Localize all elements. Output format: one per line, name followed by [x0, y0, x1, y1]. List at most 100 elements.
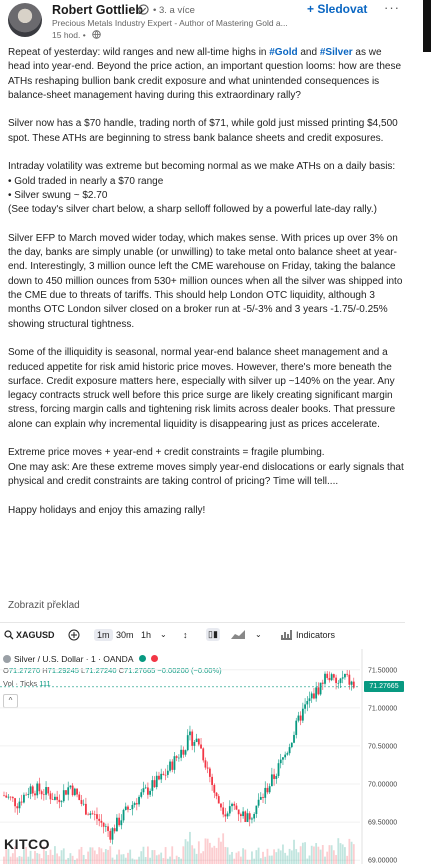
candle-body — [330, 674, 333, 681]
candle-body — [308, 698, 311, 701]
volume-bar — [69, 853, 72, 864]
candle-body — [341, 677, 344, 679]
candle-body — [332, 674, 335, 678]
candle-body — [275, 775, 278, 779]
volume-bar — [262, 851, 264, 864]
timeframe-1h[interactable]: 1h — [141, 630, 151, 640]
volume-bar — [171, 846, 174, 864]
volume-bar — [107, 849, 109, 864]
candle-body — [164, 774, 167, 776]
candle-body — [111, 828, 114, 840]
volume-bar — [102, 852, 105, 864]
volume-bar — [266, 848, 269, 864]
volume-bar — [173, 859, 176, 864]
candle-body — [206, 767, 209, 769]
candle-body — [217, 796, 220, 804]
volume-bar — [255, 850, 258, 864]
candle-body — [162, 773, 165, 775]
candle-body — [73, 788, 76, 796]
candle-body — [107, 826, 109, 831]
candle-body — [98, 818, 101, 821]
candle-body — [54, 796, 56, 800]
candle-body — [319, 682, 322, 695]
volume-bar — [233, 858, 236, 864]
volume-bar — [197, 841, 200, 864]
volume-bar — [40, 858, 43, 864]
author-name[interactable]: Robert Gottlieb — [52, 3, 143, 17]
volume-bar — [248, 859, 251, 864]
chart-image[interactable]: XAGUSD 1m 30m 1h ⌄ ↕ ▯▮ ⌄ Indicators Sil… — [0, 622, 405, 864]
volume-bar — [91, 847, 94, 864]
volume-bar — [282, 844, 284, 864]
kitco-logo: KITCO — [4, 836, 51, 852]
candle-body — [7, 796, 10, 798]
candle-body — [228, 806, 231, 814]
volume-bar — [60, 850, 63, 864]
volume-bar — [332, 850, 335, 864]
volume-bar — [133, 859, 136, 864]
volume-bar — [111, 857, 114, 864]
hashtag-silver[interactable]: #Silver — [320, 47, 353, 58]
volume-bar — [339, 843, 342, 864]
candle-body — [277, 763, 280, 776]
candle-body — [313, 693, 315, 699]
candle-body — [40, 791, 43, 795]
post-paragraph: Extreme price moves + year-end + credit … — [8, 447, 325, 459]
avatar[interactable] — [8, 3, 42, 37]
show-translation-link[interactable]: Zobrazit překlad — [8, 600, 80, 611]
compare-icon[interactable]: ↕ — [183, 630, 188, 640]
chevron-down-icon[interactable]: ⌄ — [160, 630, 167, 639]
candle-body — [315, 687, 318, 699]
more-options-icon[interactable]: ··· — [384, 0, 400, 15]
candle-body — [242, 811, 244, 817]
candle-body — [102, 822, 105, 827]
indicators-button[interactable]: Indicators — [296, 630, 335, 640]
volume-bar — [202, 851, 205, 864]
candle-body — [160, 773, 163, 780]
volume-bar — [215, 847, 218, 864]
price-chart[interactable]: 71.50000 71.00000 70.50000 70.00000 69.50000… — [0, 649, 405, 864]
candle-body — [324, 673, 326, 684]
volume-bar — [129, 849, 132, 864]
volume-bar — [213, 845, 216, 864]
volume-bar — [257, 847, 260, 864]
add-symbol-icon[interactable] — [68, 629, 80, 641]
volume-bar — [45, 851, 47, 864]
candle-body — [290, 742, 293, 748]
candle-body — [244, 811, 247, 822]
volume-bar — [226, 847, 229, 864]
volume-bar — [56, 853, 59, 864]
volume-bar — [208, 842, 211, 864]
candle-body — [299, 715, 302, 721]
candle-body — [5, 795, 8, 798]
symbol-label[interactable]: XAGUSD — [16, 630, 55, 640]
candle-body — [268, 786, 271, 793]
candle-body — [233, 803, 236, 806]
volume-bar — [31, 858, 34, 864]
candle-body — [109, 830, 112, 840]
timeframe-30m[interactable]: 30m — [116, 630, 134, 640]
candles-icon[interactable]: ▯▮ — [206, 628, 220, 641]
candle-body — [266, 787, 269, 793]
volume-bar — [89, 847, 92, 864]
hashtag-gold[interactable]: #Gold — [269, 47, 297, 58]
timeframe-1m[interactable]: 1m — [94, 629, 113, 641]
search-icon[interactable] — [4, 630, 14, 640]
candle-body — [151, 780, 154, 791]
volume-bar — [193, 848, 196, 864]
candle-body — [96, 814, 98, 819]
indicators-icon[interactable] — [280, 629, 293, 640]
volume-bar — [295, 849, 298, 864]
chevron-down-icon[interactable]: ⌄ — [255, 630, 262, 639]
candle-body — [78, 794, 81, 801]
follow-button[interactable]: + Sledovat — [307, 2, 367, 20]
candle-body — [129, 809, 132, 810]
candle-body — [25, 794, 28, 796]
volume-bar — [279, 850, 282, 864]
area-chart-icon[interactable] — [230, 629, 246, 640]
candle-body — [11, 797, 14, 799]
candle-body — [104, 826, 107, 827]
candle-body — [344, 673, 346, 678]
volume-bar — [251, 851, 253, 864]
volume-bar — [87, 851, 90, 864]
